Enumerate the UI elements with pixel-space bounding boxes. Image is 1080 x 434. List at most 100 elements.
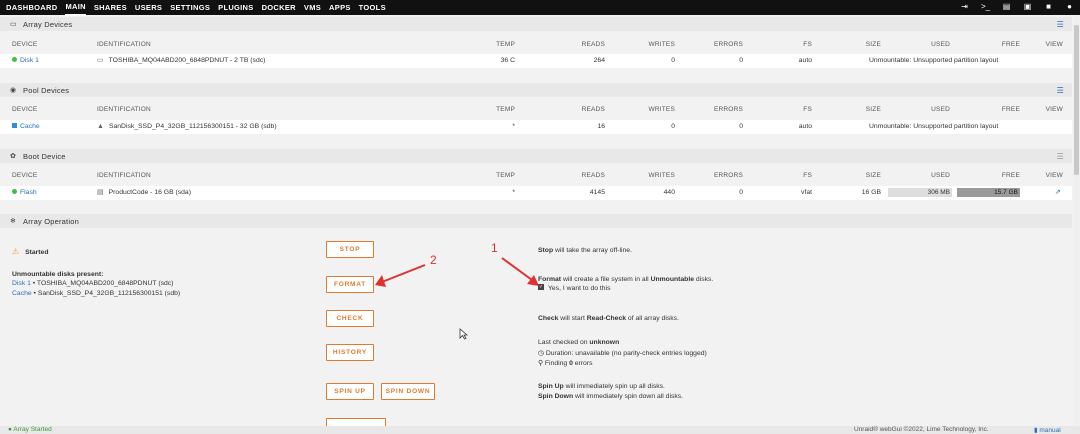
annotation-arrows: 2 1 [375,241,539,287]
top-navigation: DASHBOARD MAIN SHARES USERS SETTINGS PLU… [0,0,1080,16]
section-title: Boot Device [23,151,66,161]
reads: 16 [597,123,605,130]
errors: 0 [739,189,743,196]
cache-status-icon [12,122,17,128]
help-icon[interactable]: ● [1065,2,1074,11]
col-writes: WRITES [648,41,675,48]
section-title: Array Operation [23,216,79,226]
table-header: DEVICE IDENTIFICATION TEMP READS WRITES … [0,169,1072,183]
col-view: VIEW [1045,106,1063,113]
unmountable-item: Cache • SanDisk_SSD_P4_32GB_112156300151… [12,290,181,297]
stop-description: Stop will take the array off-line. [538,247,632,254]
col-identification: IDENTIFICATION [97,172,151,179]
format-button[interactable]: FORMAT [326,276,374,293]
col-writes: WRITES [648,106,675,113]
col-errors: ERRORS [713,106,743,113]
logout-icon[interactable]: ⇥ [960,2,969,11]
hdd-icon: ▭ [10,21,17,28]
col-identification: IDENTIFICATION [97,41,151,48]
reads: 4145 [589,189,605,196]
fs: vfat [801,189,812,196]
nav-apps[interactable]: APPS [329,0,351,15]
online-status-icon [12,188,17,194]
feedback-icon[interactable]: ▤ [1002,2,1011,11]
errors: 0 [739,57,743,64]
device-link[interactable]: Flash [20,189,37,196]
list-view-icon[interactable]: ☰ [1057,152,1064,161]
col-temp: TEMP [496,106,515,113]
col-device: DEVICE [12,106,38,113]
copyright: Unraid® webGui ©2022, Lime Technology, I… [854,426,989,433]
table-header: DEVICE IDENTIFICATION TEMP READS WRITES … [0,38,1072,52]
nav-settings[interactable]: SETTINGS [170,0,210,15]
nav-dashboard[interactable]: DASHBOARD [6,0,57,15]
col-reads: READS [581,172,605,179]
spin-up-button[interactable]: SPIN UP [326,383,374,400]
stop-button[interactable]: STOP [326,241,374,258]
info-icon[interactable]: ▣ [1023,2,1032,11]
history-button[interactable]: HISTORY [326,344,374,361]
free-bar: 15.7 GB [957,188,1020,197]
col-used: USED [931,172,950,179]
col-errors: ERRORS [713,41,743,48]
col-size: SIZE [865,172,881,179]
check-description: Check will start Read-Check of all array… [538,315,679,322]
external-link-icon[interactable]: ⇗ [1055,186,1061,200]
array-status: ⚠ Started [12,247,49,256]
last-checked: Last checked on unknown [538,339,620,346]
col-size: SIZE [865,41,881,48]
free-value: 15.7 GB [994,189,1018,196]
col-temp: TEMP [496,41,515,48]
nav-docker[interactable]: DOCKER [262,0,296,15]
snowflake-icon: ❄ [10,218,17,225]
nav-users[interactable]: USERS [135,0,162,15]
footer: ● Array Started Unraid® webGui ©2022, Li… [0,426,1080,434]
device-link[interactable]: Disk 1 [20,57,39,64]
col-reads: READS [581,106,605,113]
footer-status: ● Array Started [8,426,52,433]
scrollbar[interactable] [1073,15,1080,426]
nav-vms[interactable]: VMS [304,0,321,15]
used-value: 306 MB [927,189,950,196]
pool-devices-header: ◉ Pool Devices ☰ [0,83,1072,97]
col-view: VIEW [1045,172,1063,179]
nav-shares[interactable]: SHARES [94,0,127,15]
device-link[interactable]: Cache [20,123,40,130]
check-button[interactable]: CHECK [326,310,374,327]
size: 16 GB [861,189,881,196]
temp: * [512,189,515,196]
warning-icon: ⚠ [12,247,20,256]
array-devices-header: ▭ Array Devices ☰ [0,17,1072,31]
check-circle-icon: ● [8,426,12,433]
spin-down-button[interactable]: SPIN DOWN [381,383,435,400]
writes: 440 [663,189,675,196]
manual-link[interactable]: ▮ manual [1034,426,1061,434]
annotation-label-2: 2 [430,253,437,267]
terminal-icon[interactable]: >_ [981,2,990,11]
col-free: FREE [1001,106,1020,113]
fs: auto [798,123,812,130]
col-errors: ERRORS [713,172,743,179]
pool-icon: ◉ [10,87,17,94]
annotation-label-1: 1 [491,241,498,255]
scroll-thumb[interactable] [1074,25,1079,175]
mouse-cursor-icon [459,328,468,340]
format-description: Format will create a file system in all … [538,276,714,283]
list-view-icon[interactable]: ☰ [1057,86,1064,95]
finding-row: ⚲ Finding 0 errors [538,360,593,367]
boot-device-header: ✿ Boot Device ☰ [0,149,1072,163]
list-view-icon[interactable]: ☰ [1057,20,1064,29]
nav-tools[interactable]: TOOLS [359,0,386,15]
array-operation-header: ❄ Array Operation [0,214,1072,228]
col-fs: FS [803,172,812,179]
lock-icon[interactable]: ■ [1044,2,1053,11]
section-title: Array Devices [23,19,73,29]
paw-icon: ✿ [10,153,17,160]
col-free: FREE [1001,172,1020,179]
nav-main[interactable]: MAIN [65,0,86,16]
nav-plugins[interactable]: PLUGINS [218,0,253,15]
duration-row: ◷ Duration: unavailable (no parity-check… [538,350,707,357]
status-text: Unmountable: Unsupported partition layou… [869,123,999,130]
writes: 0 [671,123,675,130]
table-row: Flash ▤ ProductCode - 16 GB (sda) * 4145 … [0,186,1072,200]
